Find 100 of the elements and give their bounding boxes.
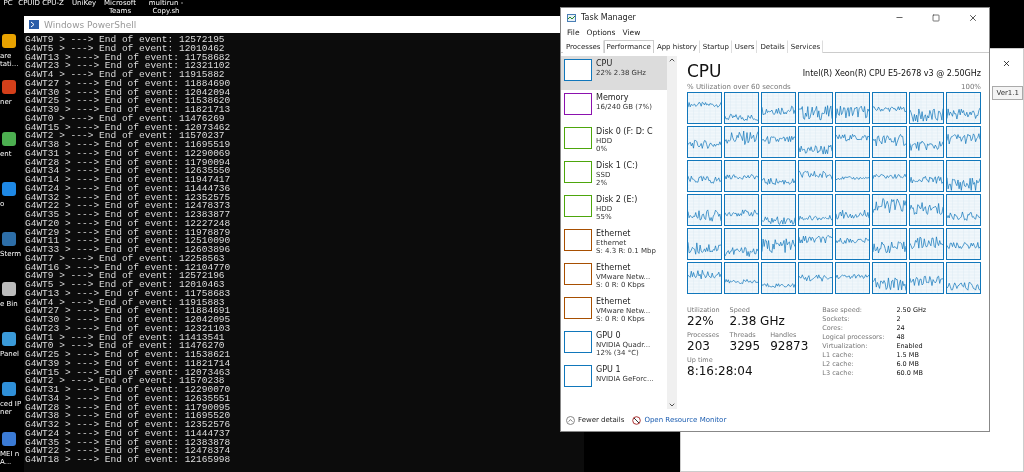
close-icon[interactable] [968,12,978,23]
stat-value: 203 [687,339,711,353]
cpu-graph [761,92,796,124]
console-line: G4WT0 > ---> End of event: 11476270 [25,342,225,351]
console-line: G4WT24 > ---> End of event: 11444737 [25,429,231,439]
console-line: G4WT34 > ---> End of event: 12635550 [25,167,231,176]
console-line: G4WT0 > ---> End of event: 11476269 [25,114,225,124]
console-line: G4WT39 > ---> End of event: 11821714 [25,359,231,369]
cpu-graph [761,194,796,226]
app-icon[interactable] [2,382,16,396]
resource-title: Ethernet [596,263,632,273]
console-line: G4WT32 > ---> End of event: 12352576 [25,421,231,430]
stat-value: 2.38 GHz [729,314,786,328]
cpu-graph [761,228,796,260]
console-line: G4WT23 > ---> End of event: 12321103 [25,324,231,334]
resource-title: Ethernet [596,297,632,307]
console-line: G4WT35 > ---> End of event: 12383877 [25,211,231,220]
console-line: G4WT33 > ---> End of event: 12603896 [25,246,231,255]
console-line: G4WT11 > ---> End of event: 12510090 [25,237,231,246]
cpu-graph [835,262,870,294]
resource-title: Ethernet [596,229,632,239]
cpu-graph [946,160,981,192]
app-icon[interactable] [2,332,16,346]
close-icon[interactable] [1002,59,1011,68]
cpu-graph [872,262,907,294]
console-line: G4WT2 > ---> End of event: 11570238 [25,377,225,386]
console-line: G4WT34 > ---> End of event: 12635551 [25,394,231,404]
app-icon[interactable] [2,432,16,446]
app-icon[interactable] [2,132,16,146]
cpu-graph [724,92,759,124]
window-title: Windows PowerShell [44,19,137,30]
scrollbar[interactable] [667,56,677,409]
cpu-graph [798,262,833,294]
app-icon[interactable] [2,182,16,196]
cpu-graph [724,194,759,226]
resource-monitor-icon [632,415,642,425]
console-line: G4WT31 > ---> End of event: 12290069 [25,149,231,159]
cpu-graph [798,126,833,158]
cpu-graph [761,160,796,192]
console-line: G4WT5 > ---> End of event: 12010463 [25,281,225,290]
console-line: G4WT2 > ---> End of event: 11570237 [25,132,225,141]
console-line: G4WT22 > ---> End of event: 12478373 [25,202,231,211]
cpu-graph [909,262,944,294]
app-icon[interactable] [2,34,16,48]
resource-title: GPU 0 [596,331,622,341]
console-line: G4WT9 > ---> End of event: 12572196 [25,272,225,281]
resource-title: GPU 1 [596,365,622,375]
cpu-graph [946,262,981,294]
console-line: G4WT25 > ---> End of event: 11538621 [25,351,231,360]
stat-value: 8:16:28:04 [687,364,754,378]
cpu-graph [872,92,907,124]
console-line: G4WT27 > ---> End of event: 11884690 [25,79,231,89]
app-icon[interactable] [2,282,16,296]
cpu-graph [761,126,796,158]
console-line: G4WT39 > ---> End of event: 11821713 [25,106,231,115]
console-line: G4WT14 > ---> End of event: 11947417 [25,176,231,185]
console-line: G4WT9 > ---> End of event: 12572195 [25,36,225,45]
cpu-graph [835,228,870,260]
console-line: G4WT24 > ---> End of event: 11444736 [25,184,231,194]
cpu-graph [798,228,833,260]
cpu-graph [835,160,870,192]
cpu-graph [909,126,944,158]
app-icon [567,13,576,22]
cpu-graph [687,262,722,294]
cpu-graph [946,194,981,226]
cpu-graph [687,194,722,226]
cpu-graph [872,228,907,260]
cpu-graph [835,126,870,158]
console-line: G4WT30 > ---> End of event: 12042095 [25,316,231,325]
cpu-graph [872,194,907,226]
console-line: G4WT7 > ---> End of event: 12258563 [25,254,225,264]
stat-value: 22% [687,314,715,328]
terminal-icon [29,20,39,29]
cpu-graph [946,92,981,124]
cpu-graph [909,160,944,192]
console-line: G4WT22 > ---> End of event: 12478374 [25,447,231,456]
resource-title: Memory [596,93,630,103]
scroll-down-icon[interactable] [668,401,676,409]
resource-title: Disk 0 (F: D: C [596,127,653,137]
cpu-graph [761,262,796,294]
maximize-icon[interactable] [932,13,940,22]
cpu-graph [687,228,722,260]
stat-value: 92873 [770,339,809,353]
scroll-up-icon[interactable] [668,56,676,64]
app-icon[interactable] [2,80,16,94]
console-line: G4WT20 > ---> End of event: 12227248 [25,219,231,229]
cpu-graph [798,160,833,192]
processor-name: Intel(R) Xeon(R) CPU E5-2678 v3 @ 2.50GHz [802,69,981,80]
cpu-graph [946,228,981,260]
cpu-graph [835,194,870,226]
app-icon[interactable] [2,232,16,246]
stat-value: 3295 [729,339,761,353]
console-line: G4WT18 > ---> End of event: 12165998 [25,456,231,465]
cpu-graph [872,126,907,158]
console-line: G4WT38 > ---> End of event: 11695520 [25,412,231,421]
cpu-graph [798,194,833,226]
cpu-graph [946,126,981,158]
console-line: G4WT13 > ---> End of event: 11758683 [25,289,231,299]
panel-title: CPU [687,61,722,81]
window-title: Task Manager [581,13,637,22]
